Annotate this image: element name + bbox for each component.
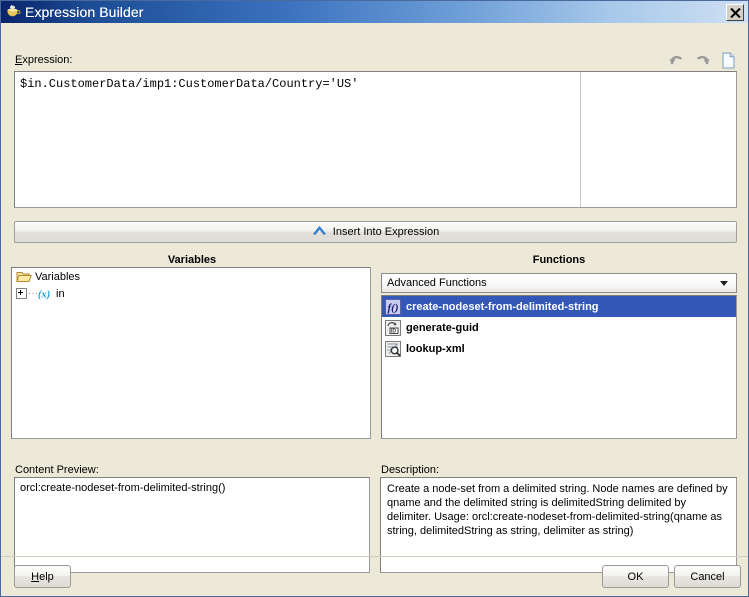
expand-toggle-icon[interactable] xyxy=(16,288,27,299)
expression-margin-divider xyxy=(580,72,581,207)
close-icon[interactable] xyxy=(726,3,744,21)
tree-item-in-label: in xyxy=(56,287,65,300)
description-label: Description: xyxy=(381,464,440,476)
chevron-up-icon xyxy=(312,225,327,239)
expression-value: $in.CustomerData/imp1:CustomerData/Count… xyxy=(20,77,359,91)
function-category-value: Advanced Functions xyxy=(387,277,487,289)
dialog-footer: Help OK Cancel xyxy=(1,556,748,596)
tree-connector-icon: ··· xyxy=(28,288,39,298)
redo-icon[interactable] xyxy=(692,50,712,70)
generate-guid-icon: ID xyxy=(385,319,401,336)
variables-tree[interactable]: Variables ··· (x) in xyxy=(11,267,371,439)
dialog-body: Expression: $in.CustomerData/imp1:Custom… xyxy=(1,23,748,596)
lookup-xml-icon xyxy=(385,340,401,357)
svg-text:ID: ID xyxy=(391,328,396,334)
function-item-create-nodeset-from-delimited-string[interactable]: f() create-nodeset-from-delimited-string xyxy=(382,296,736,317)
function-category-select[interactable]: Advanced Functions xyxy=(381,273,737,293)
help-button[interactable]: Help xyxy=(14,565,71,588)
variable-x-icon: (x) xyxy=(37,286,53,302)
functions-list[interactable]: f() create-nodeset-from-delimited-string… xyxy=(381,295,737,439)
insert-into-expression-label: Insert Into Expression xyxy=(332,226,440,238)
expression-builder-dialog: Expression Builder Expression: $in.Custo… xyxy=(0,0,749,597)
content-preview-label: Content Preview: xyxy=(15,464,99,476)
new-document-icon[interactable] xyxy=(718,50,738,70)
java-coffee-cup-icon xyxy=(5,4,21,20)
title-bar: Expression Builder xyxy=(1,1,748,23)
expression-textarea[interactable]: $in.CustomerData/imp1:CustomerData/Count… xyxy=(14,71,737,208)
chevron-down-icon xyxy=(720,280,728,286)
expression-toolbar xyxy=(666,50,738,70)
function-item-label: generate-guid xyxy=(406,321,479,334)
expression-label: Expression: xyxy=(15,54,73,66)
undo-icon[interactable] xyxy=(666,50,686,70)
functions-panel-title: Functions xyxy=(532,254,586,266)
svg-text:f(): f() xyxy=(388,302,399,314)
function-item-label: lookup-xml xyxy=(406,342,465,355)
function-item-lookup-xml[interactable]: lookup-xml xyxy=(382,338,736,359)
ok-button[interactable]: OK xyxy=(602,565,669,588)
function-fx-icon: f() xyxy=(385,298,401,315)
variables-panel-title: Variables xyxy=(167,254,217,266)
function-item-label: create-nodeset-from-delimited-string xyxy=(406,300,599,313)
svg-text:(x): (x) xyxy=(38,289,50,300)
window-title: Expression Builder xyxy=(25,4,144,20)
content-preview-value: orcl:create-nodeset-from-delimited-strin… xyxy=(20,482,226,494)
folder-open-icon xyxy=(16,269,32,285)
description-value: Create a node-set from a delimited strin… xyxy=(387,483,728,537)
cancel-button[interactable]: Cancel xyxy=(674,565,741,588)
insert-into-expression-button[interactable]: Insert Into Expression xyxy=(14,221,737,243)
tree-item-in[interactable]: ··· (x) in xyxy=(12,285,370,302)
tree-item-variables[interactable]: Variables xyxy=(12,268,370,285)
tree-item-variables-label: Variables xyxy=(35,270,81,283)
function-item-generate-guid[interactable]: ID generate-guid xyxy=(382,317,736,338)
